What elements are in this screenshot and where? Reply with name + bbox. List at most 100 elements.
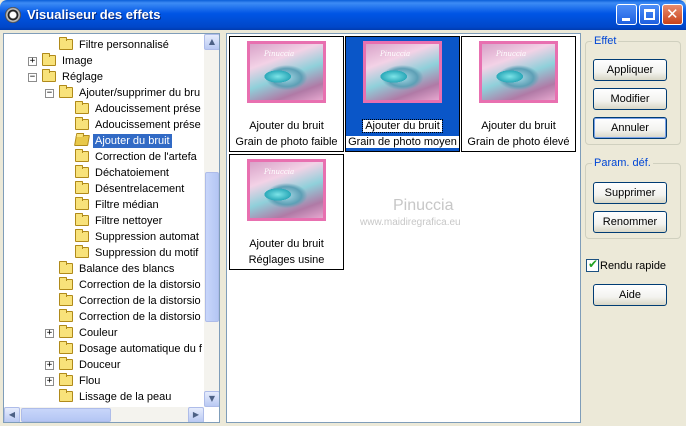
tree-item-label: Déchatoiement: [95, 167, 169, 179]
tree-horizontal-scrollbar[interactable]: ◀ ▶: [4, 407, 204, 422]
params-legend: Param. déf.: [592, 156, 653, 170]
preset-name: Réglages usine: [248, 254, 325, 266]
tree-item[interactable]: Adoucissement prése: [4, 117, 204, 133]
tree-vertical-scrollbar[interactable]: ▲ ▼: [204, 34, 219, 407]
tree-item-label: Ajouter/supprimer du bru: [79, 87, 201, 99]
tree-item[interactable]: Filtre médian: [4, 197, 204, 213]
tree-item[interactable]: − Ajouter/supprimer du bru: [4, 85, 204, 101]
tree-item[interactable]: + Flou: [4, 373, 204, 389]
edit-button[interactable]: Modifier: [593, 88, 667, 110]
scroll-down-button[interactable]: ▼: [204, 391, 219, 407]
folder-icon: [42, 69, 56, 82]
tree-item[interactable]: + Douceur: [4, 357, 204, 373]
close-icon: ✕: [666, 5, 679, 23]
tree-item[interactable]: − Réglage: [4, 69, 204, 85]
preset-thumbnail: Pinuccia: [363, 41, 442, 103]
folder-icon: [75, 245, 89, 258]
tree-item[interactable]: Suppression automat: [4, 229, 204, 245]
tree-item[interactable]: Désentrelacement: [4, 181, 204, 197]
tree-item[interactable]: Balance des blancs: [4, 261, 204, 277]
tree-item-label: Ajouter du bruit: [93, 134, 172, 148]
delete-button[interactable]: Supprimer: [593, 182, 667, 204]
preset-tile[interactable]: Pinuccia Ajouter du bruit Grain de photo m…: [345, 36, 460, 152]
help-button[interactable]: Aide: [593, 284, 667, 306]
quick-render-checkbox[interactable]: ✔: [586, 257, 599, 272]
cancel-button[interactable]: Annuler: [593, 117, 667, 139]
tree-item[interactable]: + Couleur: [4, 325, 204, 341]
tree-item-label: Adoucissement prése: [95, 119, 201, 131]
tree-item[interactable]: Correction de la distorsio: [4, 277, 204, 293]
tree-item[interactable]: Adoucissement prése: [4, 101, 204, 117]
folder-icon: [59, 325, 73, 338]
tree-item[interactable]: Correction de la distorsio: [4, 309, 204, 325]
scroll-up-button[interactable]: ▲: [204, 34, 219, 50]
folder-icon: [59, 341, 73, 354]
h-scroll-thumb[interactable]: [21, 408, 111, 422]
folder-icon: [59, 389, 73, 402]
preset-gallery: Pinuccia Ajouter du bruit Grain de photo f…: [226, 33, 581, 423]
tree-item-label: Suppression du motif: [95, 247, 199, 259]
thumbnail-signature: Pinuccia: [264, 168, 295, 176]
scroll-right-button[interactable]: ▶: [188, 407, 204, 422]
expand-icon[interactable]: +: [28, 57, 37, 66]
folder-icon: [59, 85, 73, 98]
effects-tree[interactable]: Filtre personnalisé + Image − Réglage − Ajoute…: [3, 33, 220, 423]
maximize-button[interactable]: [639, 4, 660, 25]
folder-icon: [75, 197, 89, 210]
preset-name: Grain de photo moyen: [346, 136, 459, 148]
preset-tile[interactable]: Pinuccia Ajouter du bruit Réglages usine: [229, 154, 344, 270]
tree-item-label: Correction de l'artefa: [95, 151, 197, 163]
folder-icon: [59, 357, 73, 370]
tree-item[interactable]: Suppression du motif: [4, 245, 204, 261]
quick-render-label[interactable]: Rendu rapide: [600, 259, 666, 273]
tree-item[interactable]: Filtre personnalisé: [4, 37, 204, 53]
folder-icon: [59, 277, 73, 290]
preset-thumbnail: Pinuccia: [479, 41, 558, 103]
tree-item[interactable]: Correction de la distorsio: [4, 293, 204, 309]
watermark-name: Pinuccia: [393, 197, 454, 214]
tree-item[interactable]: Dosage automatique du f: [4, 341, 204, 357]
tree-item-label: Lissage de la peau: [79, 391, 172, 403]
preset-name: Grain de photo élevé: [467, 136, 570, 148]
expand-icon[interactable]: +: [45, 329, 54, 338]
tree-item-label: Douceur: [79, 359, 121, 371]
tree-item[interactable]: Lissage de la peau: [4, 389, 204, 405]
folder-icon: [59, 37, 73, 50]
thumbnail-signature: Pinuccia: [380, 50, 411, 58]
tree-item-label: Désentrelacement: [95, 183, 185, 195]
collapse-icon[interactable]: −: [28, 73, 37, 82]
preset-tile[interactable]: Pinuccia Ajouter du bruit Grain de photo f…: [229, 36, 344, 152]
folder-icon: [75, 213, 89, 226]
rename-button[interactable]: Renommer: [593, 211, 667, 233]
preset-tile[interactable]: Pinuccia Ajouter du bruit Grain de photo é…: [461, 36, 576, 152]
folder-icon: [59, 293, 73, 306]
tree-item-label: Filtre médian: [95, 199, 159, 211]
folder-icon: [59, 309, 73, 322]
folder-icon: [75, 149, 89, 162]
folder-icon: [75, 181, 89, 194]
close-button[interactable]: ✕: [662, 4, 683, 25]
folder-icon: [75, 117, 89, 130]
apply-button[interactable]: Appliquer: [593, 59, 667, 81]
scroll-left-button[interactable]: ◀: [4, 407, 20, 422]
minimize-button[interactable]: [616, 4, 637, 25]
title-bar: Visualiseur des effets ✕: [0, 0, 686, 30]
tree-item[interactable]: Ajouter du bruit: [4, 133, 204, 149]
tree-item[interactable]: + Image: [4, 53, 204, 69]
preset-thumbnail: Pinuccia: [247, 41, 326, 103]
tree-item[interactable]: Filtre nettoyer: [4, 213, 204, 229]
maximize-icon: [644, 9, 655, 20]
scroll-thumb[interactable]: [205, 172, 219, 322]
preset-effect-name: Ajouter du bruit: [362, 119, 443, 133]
tree-item[interactable]: Déchatoiement: [4, 165, 204, 181]
folder-icon: [59, 373, 73, 386]
expand-icon[interactable]: +: [45, 377, 54, 386]
tree-item-label: Correction de la distorsio: [79, 311, 201, 323]
tree-item-label: Correction de la distorsio: [79, 295, 201, 307]
expand-icon[interactable]: +: [45, 361, 54, 370]
tree-item[interactable]: Correction de l'artefa: [4, 149, 204, 165]
tree-item-label: Adoucissement prése: [95, 103, 201, 115]
folder-icon: [74, 135, 90, 146]
collapse-icon[interactable]: −: [45, 89, 54, 98]
tree-item-label: Couleur: [79, 327, 118, 339]
